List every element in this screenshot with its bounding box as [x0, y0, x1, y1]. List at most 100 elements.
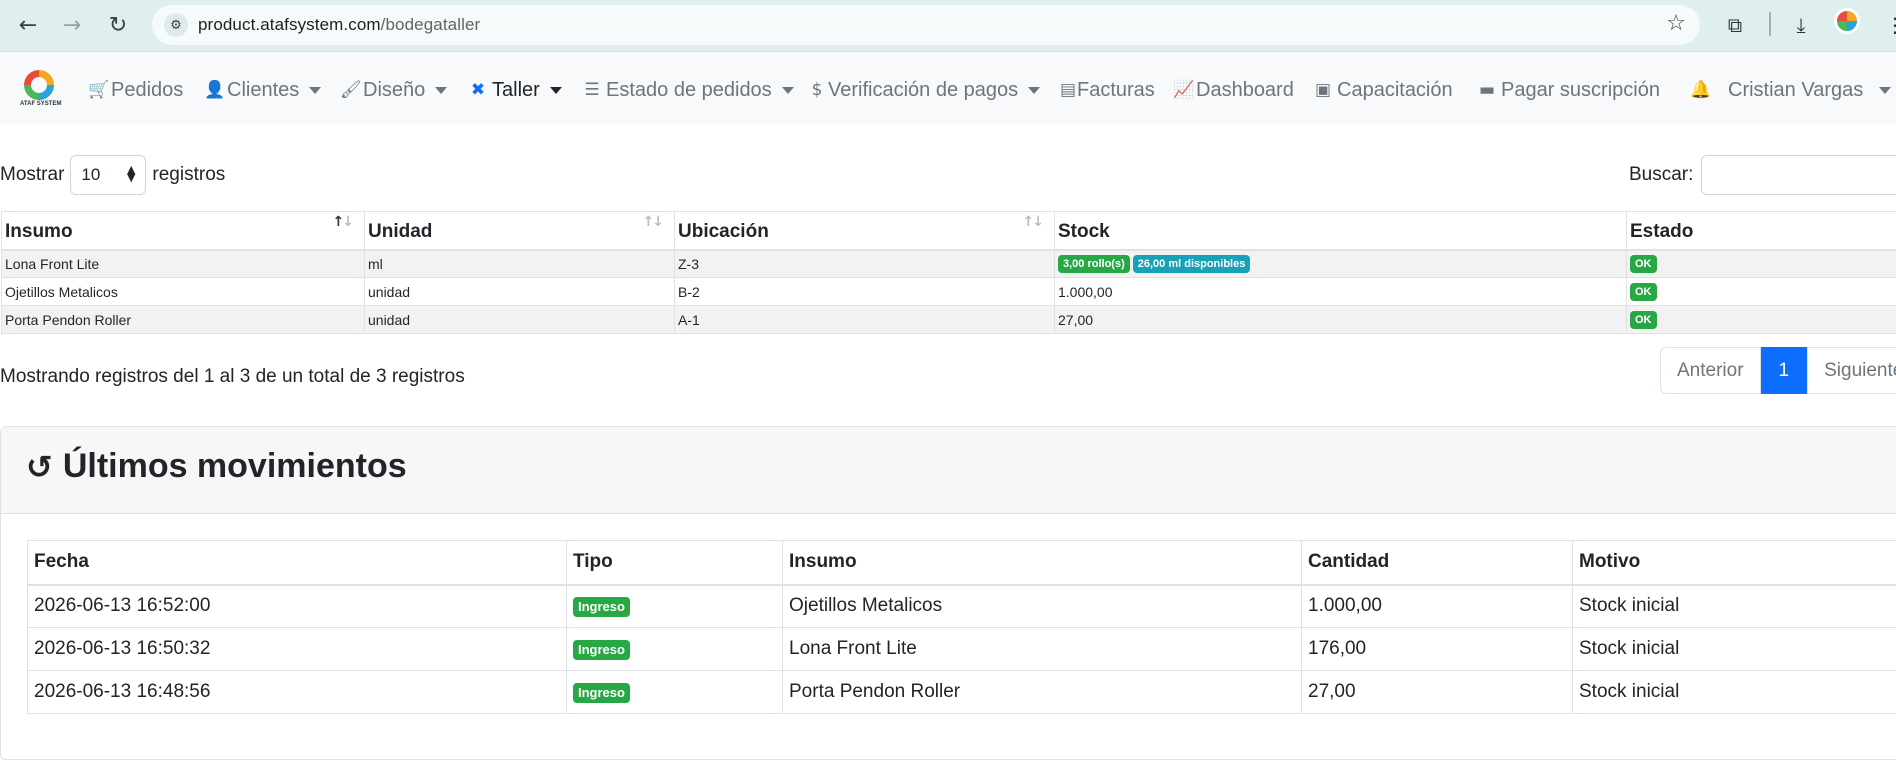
nav-label: Verificación de pagos — [828, 78, 1019, 101]
logo-text: ATAF SYSTEM — [20, 101, 62, 107]
cell-stock: 1.000,00 — [1054, 277, 1627, 306]
table-row[interactable]: Lona Front Lite ml Z-3 3,00 rollo(s) 26,0… — [1, 249, 1896, 278]
nav-estado-pedidos[interactable]: ☰ Estado de pedidos — [583, 78, 794, 102]
notifications-bell[interactable]: 🔔 — [1690, 78, 1713, 102]
nav-dashboard[interactable]: 📈 Dashboard — [1173, 78, 1294, 102]
movimientos-table: Fecha Tipo Insumo Cantidad Motivo 2026-0… — [27, 540, 1896, 714]
download-icon[interactable]: ⤓ — [1784, 8, 1818, 42]
cell-estado: OK — [1626, 305, 1896, 334]
nav-facturas[interactable]: ▤ Facturas — [1060, 78, 1155, 102]
tipo-badge: Ingreso — [573, 597, 630, 618]
column-header-estado[interactable]: Estado — [1626, 211, 1896, 251]
length-select[interactable]: 10 ▲ ▼ — [70, 155, 147, 195]
status-badge: OK — [1630, 255, 1657, 274]
cell-cantidad: 1.000,00 — [1301, 584, 1573, 628]
column-header-stock[interactable]: Stock — [1054, 211, 1627, 251]
back-arrow-icon[interactable]: ← — [11, 8, 45, 42]
cell-ubicacion: Z-3 — [674, 249, 1055, 278]
pagination-next[interactable]: Siguiente — [1807, 347, 1896, 394]
nav-pagar-suscripcion[interactable]: ▬ Pagar suscripción — [1478, 78, 1660, 102]
nav-label: Capacitación — [1337, 78, 1453, 101]
table-row: 2026-06-13 16:52:00 Ingreso Ojetillos Me… — [27, 584, 1896, 628]
nav-clientes[interactable]: 👤 Clientes — [204, 78, 322, 102]
url-host: product.atafsystem.com — [198, 15, 381, 34]
nav-label: Taller — [492, 78, 540, 101]
nav-label: Facturas — [1077, 78, 1155, 101]
pagination-page-1[interactable]: 1 — [1760, 347, 1808, 394]
profile-avatar-icon[interactable] — [1834, 8, 1860, 34]
table-row[interactable]: Porta Pendon Roller unidad A-1 27,00 OK — [1, 305, 1896, 334]
cell-insumo: Porta Pendon Roller — [782, 670, 1302, 714]
cell-stock: 27,00 — [1054, 305, 1627, 334]
chalkboard-icon: ▣ — [1314, 80, 1332, 100]
bookmark-star-icon[interactable]: ☆ — [1666, 11, 1686, 36]
nav-label: Dashboard — [1196, 78, 1294, 101]
site-settings-icon[interactable]: ⚙ — [164, 13, 188, 37]
cell-unidad: unidad — [364, 305, 675, 334]
nav-label: Estado de pedidos — [606, 78, 772, 101]
cell-cantidad: 27,00 — [1301, 670, 1573, 714]
cell-stock: 3,00 rollo(s) 26,00 ml disponibles — [1054, 249, 1627, 278]
chevron-down-icon — [1028, 86, 1041, 94]
length-suffix: registros — [152, 164, 226, 185]
cell-motivo: Stock inicial — [1572, 584, 1896, 628]
column-header-ubicacion[interactable]: Ubicación ↑↓ — [674, 211, 1055, 251]
cell-motivo: Stock inicial — [1572, 627, 1896, 671]
reload-icon[interactable]: ↻ — [101, 8, 135, 42]
cell-insumo: Lona Front Lite — [1, 249, 365, 278]
card-title: ↺ Últimos movimientos — [26, 447, 407, 486]
address-bar[interactable]: ⚙ product.atafsystem.com/bodegataller ☆ — [152, 5, 1700, 45]
column-header-cantidad: Cantidad — [1301, 540, 1573, 586]
tipo-badge: Ingreso — [573, 640, 630, 660]
user-menu[interactable]: Cristian Vargas — [1728, 78, 1892, 102]
cell-fecha: 2026-06-13 16:48:56 — [27, 670, 567, 714]
header-label: Insumo — [5, 221, 73, 243]
card-header: ↺ Últimos movimientos — [1, 427, 1896, 514]
table-row[interactable]: Ojetillos Metalicos unidad B-2 1.000,00 … — [1, 277, 1896, 306]
users-icon: 👤 — [204, 80, 226, 100]
tools-icon: ✖ — [470, 80, 486, 100]
length-prefix: Mostrar — [0, 164, 65, 185]
extensions-icon[interactable]: ⧉ — [1718, 8, 1752, 42]
tipo-badge: Ingreso — [573, 683, 630, 703]
brand-logo[interactable]: ATAF SYSTEM — [20, 70, 62, 110]
sort-icon: ↑↓ — [1022, 214, 1045, 230]
cell-cantidad: 176,00 — [1301, 627, 1573, 671]
toolbar-divider — [1769, 12, 1771, 36]
length-value: 10 — [81, 165, 101, 184]
stock-table: Insumo ↑↓ Unidad ↑↓ Ubicación ↑↓ Stock Esta… — [1, 211, 1896, 334]
chevron-down-icon — [549, 86, 562, 94]
cell-fecha: 2026-06-13 16:50:32 — [27, 627, 567, 671]
header-label: Ubicación — [678, 221, 769, 243]
url-text[interactable]: product.atafsystem.com/bodegataller — [198, 15, 480, 35]
table-header-row: Insumo ↑↓ Unidad ↑↓ Ubicación ↑↓ Stock Esta… — [1, 211, 1896, 251]
card-title-text: Últimos movimientos — [62, 447, 407, 485]
chevron-down-icon — [309, 86, 322, 94]
header-label: Unidad — [368, 221, 433, 243]
nav-label: Pedidos — [111, 78, 184, 101]
datatable-info: Mostrando registros del 1 al 3 de un tot… — [0, 366, 465, 387]
table-row: 2026-06-13 16:50:32 Ingreso Lona Front L… — [27, 627, 1896, 671]
cell-insumo: Lona Front Lite — [782, 627, 1302, 671]
nav-pedidos[interactable]: 🛒 Pedidos — [88, 78, 183, 102]
cell-unidad: ml — [364, 249, 675, 278]
column-header-insumo[interactable]: Insumo ↑↓ — [1, 211, 365, 251]
cell-tipo: Ingreso — [566, 670, 783, 714]
pagination-prev[interactable]: Anterior — [1660, 347, 1761, 394]
brush-icon: 🖌 — [340, 80, 362, 100]
main-navbar: ATAF SYSTEM 🛒 Pedidos 👤 Clientes 🖌 Diseñ… — [0, 52, 1896, 124]
nav-capacitacion[interactable]: ▣ Capacitación — [1314, 78, 1453, 102]
chevron-down-icon — [781, 86, 794, 94]
invoice-icon: ▤ — [1060, 80, 1077, 100]
sort-icon: ↑↓ — [642, 214, 665, 230]
table-row: 2026-06-13 16:48:56 Ingreso Porta Pendon… — [27, 670, 1896, 714]
nav-verificacion-pagos[interactable]: $ Verificación de pagos — [811, 78, 1041, 102]
datatable-length: Mostrar 10 ▲ ▼ registros — [0, 155, 225, 195]
search-input[interactable] — [1701, 155, 1896, 195]
logo-hole — [31, 77, 47, 93]
column-header-unidad[interactable]: Unidad ↑↓ — [364, 211, 675, 251]
menu-kebab-icon[interactable]: ⋮ — [1878, 8, 1896, 42]
forward-arrow-icon[interactable]: → — [55, 8, 89, 42]
nav-diseno[interactable]: 🖌 Diseño — [340, 78, 448, 102]
nav-taller[interactable]: ✖ Taller — [469, 78, 562, 102]
